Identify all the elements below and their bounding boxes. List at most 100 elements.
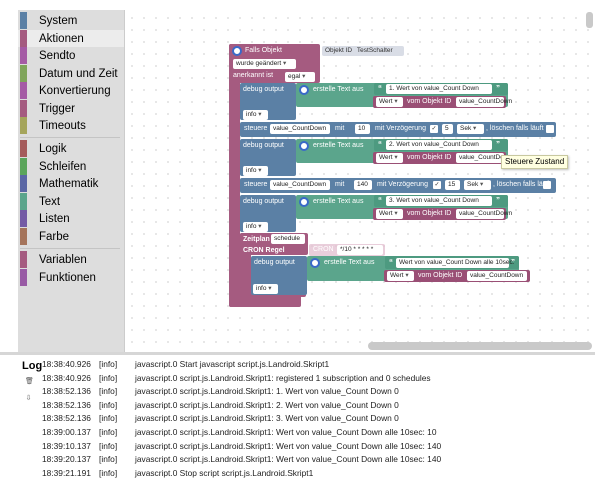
category-funktionen[interactable]: Funktionen: [18, 269, 124, 286]
log-message: javascript.0 Stop script script.js.Landr…: [135, 468, 314, 478]
log-message: javascript.0 Start javascript script.js.…: [135, 359, 330, 369]
object-id-input[interactable]: Objekt ID TestSchalter: [322, 46, 404, 56]
log-time: 18:39:21.191: [42, 468, 91, 478]
gear-icon[interactable]: [310, 258, 320, 268]
category-color-swatch: [20, 82, 27, 99]
log-time: 18:38:52.136: [42, 400, 91, 410]
value-attr-dropdown[interactable]: Wert: [376, 209, 403, 219]
object-id-label: Objekt ID: [325, 47, 353, 54]
category-label: Listen: [39, 212, 70, 225]
object-id-input[interactable]: value_CountDown: [456, 209, 512, 219]
value-attr-dropdown[interactable]: Wert: [376, 153, 403, 163]
create-text-label: erstelle Text aus: [313, 142, 364, 149]
category-trigger[interactable]: Trigger: [18, 100, 124, 117]
vertical-scrollbar[interactable]: [586, 12, 593, 28]
gear-icon[interactable]: [299, 85, 309, 95]
category-color-swatch: [20, 269, 27, 286]
log-level: [info]: [99, 413, 118, 423]
control-label: steuere: [244, 181, 268, 188]
log-level-dropdown[interactable]: info: [243, 110, 268, 120]
category-label: Timeouts: [39, 119, 86, 132]
change-type-dropdown[interactable]: wurde geändert: [233, 59, 296, 69]
text-literal-input[interactable]: 1. Wert von value_Count Down: [386, 84, 492, 94]
log-message: javascript.0 script.js.Landroid.Skript1:…: [135, 413, 399, 423]
category-sendto[interactable]: Sendto: [18, 47, 124, 64]
text-literal-input[interactable]: Wert von value_Count Down alle 10sec:: [396, 258, 515, 268]
category-color-swatch: [20, 117, 27, 134]
category-separator: [20, 137, 120, 138]
object-id-input[interactable]: value_CountDown: [467, 271, 527, 281]
text-literal-input[interactable]: 2. Wert von value_Count Down: [386, 140, 492, 150]
category-color-swatch: [20, 158, 27, 175]
object-id-input[interactable]: value_CountDown: [456, 97, 512, 107]
clear-running-checkbox[interactable]: [546, 125, 554, 133]
quote-close-icon: ”: [496, 140, 500, 149]
of-object-label: vom Objekt ID: [407, 154, 452, 161]
log-time: 18:38:40.926: [42, 373, 91, 383]
log-message: javascript.0 script.js.Landroid.Skript1:…: [135, 373, 431, 383]
value-attr-dropdown[interactable]: Wert: [387, 271, 414, 281]
ack-dropdown[interactable]: egal: [285, 72, 315, 82]
category-color-swatch: [20, 47, 27, 64]
category-label: Farbe: [39, 230, 70, 243]
control-object-input[interactable]: value_CountDown: [270, 180, 330, 190]
category-listen[interactable]: Listen: [18, 210, 124, 227]
gear-icon[interactable]: [299, 141, 309, 151]
horizontal-scrollbar[interactable]: [368, 342, 592, 350]
trash-icon[interactable]: 🗑: [25, 378, 34, 386]
delay-value-input[interactable]: 15: [445, 180, 460, 190]
log-time: 18:39:10.137: [42, 441, 91, 451]
control-value-input[interactable]: 140: [354, 180, 372, 190]
gear-icon[interactable]: [232, 46, 242, 56]
category-variablen[interactable]: Variablen: [18, 251, 124, 268]
trigger-title: Falls Objekt: [245, 47, 282, 54]
control-value-input[interactable]: 10: [355, 124, 370, 134]
debug-output-label: debug output: [254, 259, 295, 266]
control-object-input[interactable]: value_CountDown: [270, 124, 330, 134]
quote-open-icon: “: [378, 140, 382, 149]
gear-icon[interactable]: [299, 197, 309, 207]
debug-output-label: debug output: [243, 142, 284, 149]
category-color-swatch: [20, 228, 27, 245]
cron-expression-input[interactable]: */10 * * * * *: [337, 245, 383, 255]
schedule-title: Zeitplan: [243, 236, 270, 243]
text-literal-input[interactable]: 3. Wert von value_Count Down: [386, 196, 492, 206]
log-level-dropdown[interactable]: info: [243, 166, 268, 176]
category-datum-und-zeit[interactable]: Datum und Zeit: [18, 65, 124, 82]
ack-label: anerkannt ist: [233, 72, 274, 79]
category-konvertierung[interactable]: Konvertierung: [18, 82, 124, 99]
value-attr-dropdown[interactable]: Wert: [376, 97, 403, 107]
category-timeouts[interactable]: Timeouts: [18, 117, 124, 134]
delay-unit-dropdown[interactable]: Sek: [464, 180, 491, 190]
log-level-dropdown[interactable]: info: [253, 284, 278, 294]
log-level: [info]: [99, 373, 118, 383]
schedule-name-input[interactable]: schedule: [271, 234, 305, 244]
category-label: Mathematik: [39, 177, 99, 190]
download-icon[interactable]: ⇩: [25, 395, 32, 403]
cron-label: CRON: [313, 246, 334, 253]
delay-checkbox[interactable]: ✓: [430, 125, 438, 133]
category-label: Text: [39, 195, 61, 208]
category-color-swatch: [20, 65, 27, 82]
log-message: javascript.0 script.js.Landroid.Skript1:…: [135, 400, 399, 410]
category-label: System: [39, 14, 78, 27]
quote-close-icon: ”: [496, 84, 500, 93]
category-logik[interactable]: Logik: [18, 140, 124, 157]
trigger-block-spine[interactable]: [229, 44, 240, 307]
category-aktionen[interactable]: Aktionen: [18, 30, 124, 47]
clear-running-label: , löschen falls läuft: [493, 181, 551, 188]
delay-value-input[interactable]: 5: [442, 124, 453, 134]
category-mathematik[interactable]: Mathematik: [18, 175, 124, 192]
log-level-dropdown[interactable]: info: [243, 222, 268, 232]
clear-running-checkbox[interactable]: [543, 181, 551, 189]
category-label: Schleifen: [39, 160, 87, 173]
category-farbe[interactable]: Farbe: [18, 228, 124, 245]
category-system[interactable]: System: [18, 12, 124, 29]
object-id-input[interactable]: value_CountDown: [456, 153, 512, 163]
cron-rule-label: CRON Regel: [243, 247, 285, 254]
create-text-label: erstelle Text aus: [324, 259, 375, 266]
category-text[interactable]: Text: [18, 193, 124, 210]
delay-unit-dropdown[interactable]: Sek: [457, 124, 484, 134]
category-schleifen[interactable]: Schleifen: [18, 158, 124, 175]
delay-checkbox[interactable]: ✓: [433, 181, 441, 189]
